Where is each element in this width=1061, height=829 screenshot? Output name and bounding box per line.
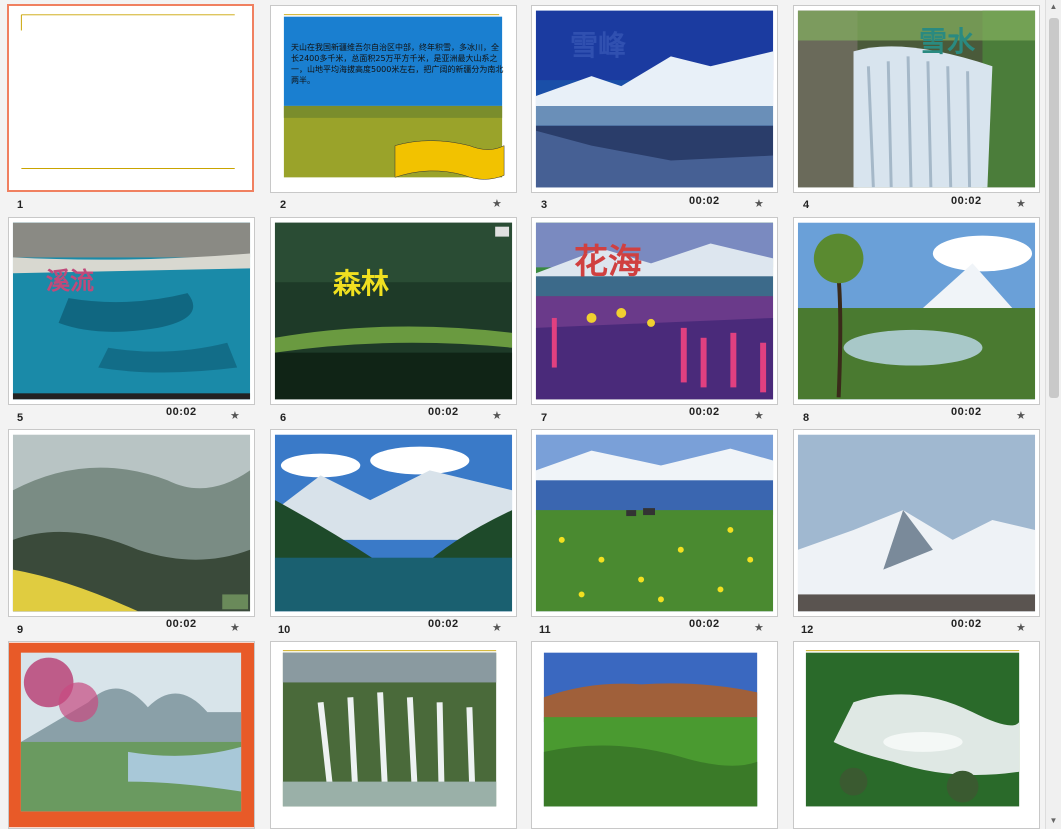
slide-number: 12 (801, 624, 814, 636)
slide-body-text: 天山在我国新疆维吾尔自治区中部，终年积雪，多冰川，全长2400多千米，总面积25… (291, 43, 504, 85)
slide-15-image (532, 642, 777, 828)
slide-10-image (274, 434, 513, 612)
slide-number: 2 (280, 199, 287, 211)
slide-thumbnail[interactable] (8, 641, 255, 829)
slide-title: 森林 (333, 267, 390, 300)
slide-3-image (535, 10, 774, 188)
slide-number: 8 (803, 412, 810, 424)
slide-duration: 00:02 (951, 195, 982, 207)
slide-number: 7 (541, 412, 548, 424)
slide-number: 1 (17, 199, 24, 211)
slide-duration: 00:02 (951, 618, 982, 630)
star-icon[interactable]: ★ (230, 409, 240, 422)
slide-5-image (12, 222, 251, 400)
slide-duration: 00:02 (689, 618, 720, 630)
slide-title: 雪水 (919, 25, 976, 58)
slide-thumbnail[interactable] (793, 641, 1040, 829)
scroll-thumb[interactable] (1049, 18, 1059, 398)
star-icon[interactable]: ★ (492, 409, 502, 422)
slide-title: 花海 (574, 242, 642, 282)
slide-duration: 00:02 (166, 618, 197, 630)
star-icon[interactable]: ★ (754, 197, 764, 210)
slide-thumbnail[interactable]: 雪峰 (531, 5, 778, 193)
slide-thumbnail[interactable]: 雪水 (793, 5, 1040, 193)
slide-thumbnail[interactable] (270, 429, 517, 617)
slide-number: 4 (803, 199, 810, 211)
slide-1-image (9, 6, 252, 190)
slide-thumbnail[interactable]: 溪流 (8, 217, 255, 405)
slide-thumbnail[interactable] (270, 641, 517, 829)
star-icon[interactable]: ★ (754, 621, 764, 634)
slide-number: 6 (280, 412, 287, 424)
slide-9-image (12, 434, 251, 612)
slide-12-image (797, 434, 1036, 612)
slide-thumbnail[interactable] (793, 217, 1040, 405)
slide-thumbnail[interactable]: 森林 (270, 217, 517, 405)
star-icon[interactable]: ★ (492, 621, 502, 634)
slide-title: 溪流 (46, 267, 94, 295)
slide-6-image (274, 222, 513, 400)
slide-thumbnail[interactable] (7, 4, 254, 192)
slide-number: 5 (17, 412, 24, 424)
slide-duration: 00:02 (951, 406, 982, 418)
slide-sorter-grid: 1 天山在我国新疆维吾尔自治区中部，终年积雪，多冰川，全长2400多千米，总面积… (0, 0, 1046, 829)
slide-13-image (9, 642, 254, 828)
vertical-scrollbar[interactable]: ▲ ▼ (1045, 0, 1061, 829)
slide-number: 9 (17, 624, 24, 636)
slide-14-image (271, 642, 516, 828)
slide-title: 雪峰 (570, 29, 627, 62)
star-icon[interactable]: ★ (230, 621, 240, 634)
scroll-down-icon[interactable]: ▼ (1048, 816, 1059, 827)
slide-2-image (271, 6, 516, 192)
slide-7-image (535, 222, 774, 400)
slide-16-image (794, 642, 1039, 828)
star-icon[interactable]: ★ (1016, 621, 1026, 634)
slide-thumbnail[interactable] (531, 641, 778, 829)
star-icon[interactable]: ★ (1016, 409, 1026, 422)
slide-duration: 00:02 (428, 618, 459, 630)
slide-11-image (535, 434, 774, 612)
slide-duration: 00:02 (689, 195, 720, 207)
slide-duration: 00:02 (166, 406, 197, 418)
slide-thumbnail[interactable] (8, 429, 255, 617)
slide-thumbnail[interactable] (531, 429, 778, 617)
slide-duration: 00:02 (428, 406, 459, 418)
slide-4-image (797, 10, 1036, 188)
star-icon[interactable]: ★ (754, 409, 764, 422)
star-icon[interactable]: ★ (492, 197, 502, 210)
star-icon[interactable]: ★ (1016, 197, 1026, 210)
slide-number: 11 (539, 624, 551, 636)
slide-8-image (797, 222, 1036, 400)
slide-duration: 00:02 (689, 406, 720, 418)
slide-thumbnail[interactable] (793, 429, 1040, 617)
scroll-up-icon[interactable]: ▲ (1048, 2, 1059, 13)
slide-thumbnail[interactable]: 天山在我国新疆维吾尔自治区中部，终年积雪，多冰川，全长2400多千米，总面积25… (270, 5, 517, 193)
slide-thumbnail[interactable]: 花海 (531, 217, 778, 405)
slide-number: 10 (278, 624, 291, 636)
slide-number: 3 (541, 199, 548, 211)
